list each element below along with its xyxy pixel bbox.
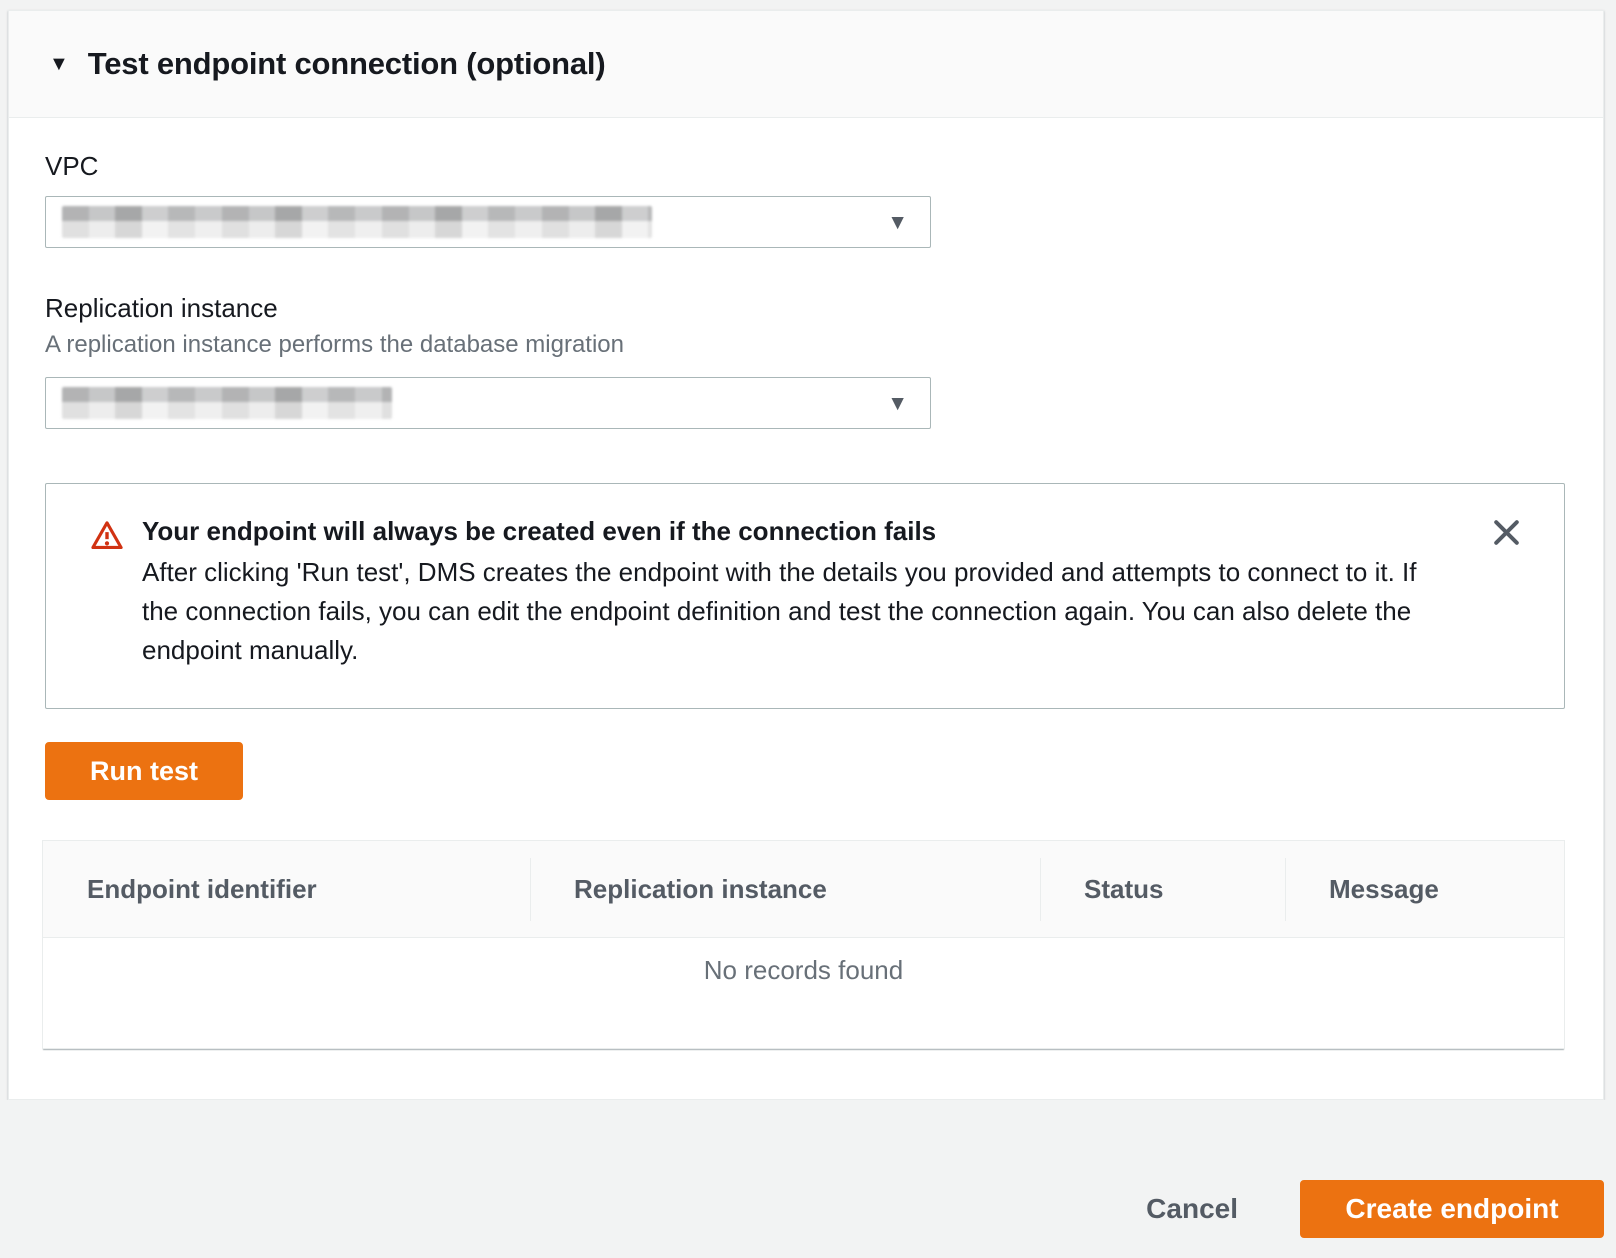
triangle-down-icon: ▼ [887,393,908,414]
section-title: Test endpoint connection (optional) [88,46,606,82]
section-header[interactable]: ▼ Test endpoint connection (optional) [9,11,1603,118]
replication-instance-label: Replication instance [45,293,1567,324]
warning-alert: Your endpoint will always be created eve… [45,483,1565,709]
replication-instance-redacted-value [62,387,392,419]
triangle-down-icon: ▼ [887,212,908,233]
vpc-select[interactable]: ▼ [45,196,931,248]
test-results-table: Endpoint identifier Replication instance… [42,840,1565,1049]
replication-instance-description: A replication instance performs the data… [45,331,1567,359]
vpc-label: VPC [45,151,1567,182]
form-footer: Cancel Create endpoint [0,1100,1616,1258]
cancel-button[interactable]: Cancel [1146,1193,1238,1225]
column-header-status: Status [1040,841,1285,937]
column-header-message: Message [1285,841,1564,937]
create-endpoint-button[interactable]: Create endpoint [1300,1180,1604,1238]
table-body: No records found [43,938,1564,1048]
table-header-row: Endpoint identifier Replication instance… [43,841,1564,938]
empty-state-message: No records found [43,938,1564,986]
column-header-replication-instance: Replication instance [530,841,1040,937]
run-test-button[interactable]: Run test [45,742,243,800]
column-header-endpoint-identifier: Endpoint identifier [43,841,530,937]
warning-triangle-icon [90,520,124,556]
test-endpoint-connection-panel: ▼ Test endpoint connection (optional) VP… [8,10,1604,1100]
close-icon[interactable] [1486,512,1526,552]
warning-title: Your endpoint will always be created eve… [142,514,1454,548]
warning-alert-content: Your endpoint will always be created eve… [142,514,1454,670]
triangle-down-icon[interactable]: ▼ [49,54,69,74]
warning-body: After clicking 'Run test', DMS creates t… [142,553,1454,670]
vpc-redacted-value [62,206,652,238]
replication-instance-select[interactable]: ▼ [45,377,931,429]
dms-create-endpoint-page: ▼ Test endpoint connection (optional) VP… [0,0,1616,1258]
section-body: VPC ▼ Replication instance A replication… [9,151,1603,1091]
